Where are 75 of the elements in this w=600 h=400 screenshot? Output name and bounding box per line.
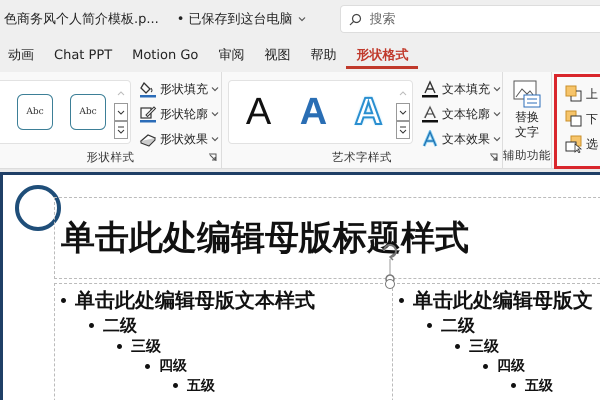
bullet-icon — [483, 364, 488, 368]
title-placeholder[interactable]: 单击此处编辑母版标题样式 — [54, 197, 600, 279]
gallery-more-button[interactable] — [114, 121, 128, 139]
bullet-text: 四级 — [159, 357, 187, 375]
selection-pane-icon — [565, 135, 583, 153]
ribbon-command[interactable]: 形状轮廓 — [137, 103, 221, 125]
ribbon-command[interactable]: 文本填充 — [419, 78, 503, 100]
text-outline-icon — [421, 105, 439, 123]
ribbon-command[interactable]: 形状效果 — [137, 128, 221, 150]
search-field[interactable]: 搜索 — [340, 5, 600, 33]
group-label: 形状样式 — [86, 150, 136, 166]
dialog-launcher-icon[interactable] — [489, 153, 498, 162]
bullet-text: 二级 — [103, 314, 137, 336]
bullet-text: 四级 — [497, 357, 525, 375]
save-status-button[interactable]: • 已保存到这台电脑 — [170, 9, 312, 29]
chevron-icon — [493, 111, 501, 117]
bullet-text: 单击此处编辑母版文本样式 — [75, 286, 315, 314]
content-placeholder[interactable]: 单击此处编辑母版文 二级 三级 四级 五级 — [392, 283, 600, 400]
text-fill-icon — [421, 80, 439, 98]
ribbon-command[interactable]: 文本轮廓 — [419, 103, 503, 125]
text-effects-icon — [421, 130, 439, 148]
scroll-down-button[interactable] — [114, 103, 128, 121]
wordart-swatch[interactable]: A — [341, 93, 396, 131]
gallery-more-button[interactable] — [396, 121, 410, 139]
shape-style-swatch[interactable]: Abc — [70, 94, 106, 130]
ribbon-tab[interactable]: 形状格式 — [346, 42, 418, 68]
bullet-text: 单击此处编辑母版文 — [413, 286, 593, 314]
ribbon-command[interactable]: 选 — [563, 133, 600, 155]
chevron-icon — [211, 136, 219, 142]
bullet-icon — [173, 383, 178, 388]
scroll-down-button[interactable] — [396, 103, 410, 121]
wordart-swatch[interactable]: A — [231, 93, 286, 131]
wordart-swatch[interactable]: A — [286, 93, 341, 131]
send-backward-icon — [565, 110, 583, 128]
file-name: 色商务风个人简介模板.p... — [4, 11, 159, 28]
ribbon-command[interactable]: 文本效果 — [419, 128, 503, 150]
chevron-icon — [493, 86, 501, 92]
ring-shape — [15, 185, 61, 231]
paint-bucket-icon — [139, 80, 157, 98]
bullet-icon — [117, 344, 122, 348]
bullet-icon — [455, 344, 460, 348]
chevron-icon — [211, 111, 219, 117]
image-text-icon — [513, 80, 541, 108]
dialog-launcher-icon[interactable] — [208, 153, 217, 162]
group-label: 艺术字样式 — [331, 150, 393, 166]
chevron-icon — [493, 136, 501, 142]
bullet-icon — [61, 298, 66, 302]
group-label: 辅助功能 — [503, 148, 551, 164]
bullet-text: 三级 — [469, 336, 499, 356]
bullet-text: 五级 — [187, 376, 215, 394]
bring-forward-icon — [565, 85, 583, 103]
pencil-icon — [139, 105, 157, 123]
alt-text-button[interactable]: 替换文字 — [505, 78, 549, 148]
bullet-text: 二级 — [441, 314, 475, 336]
chevron-icon — [298, 16, 306, 22]
ribbon-command[interactable]: 下 — [563, 108, 600, 130]
ribbon-tab[interactable]: 视图 — [254, 42, 300, 68]
ribbon-tab[interactable]: Motion Go — [122, 44, 208, 66]
ribbon-command[interactable]: 上 — [563, 83, 600, 105]
bullet-icon — [427, 322, 432, 328]
ribbon-tab[interactable]: 帮助 — [300, 42, 346, 68]
bullet-icon — [145, 364, 150, 368]
ribbon-tab[interactable]: Chat PPT — [44, 44, 122, 66]
bullet-icon — [511, 383, 516, 388]
ribbon-tab[interactable]: 审阅 — [208, 42, 254, 68]
ribbon-tab[interactable]: 动画 — [0, 42, 44, 68]
bullet-text: 五级 — [525, 376, 553, 394]
chevron-icon — [211, 86, 219, 92]
slide-title: 单击此处编辑母版标题样式 — [60, 217, 469, 260]
bullet-icon — [399, 298, 404, 302]
ribbon-command[interactable]: 形状填充 — [137, 78, 221, 100]
bullet-text: 三级 — [131, 336, 161, 356]
bullet-icon — [89, 322, 94, 328]
shape-style-swatch[interactable]: Abc — [17, 94, 53, 130]
resize-handle[interactable] — [385, 279, 395, 289]
